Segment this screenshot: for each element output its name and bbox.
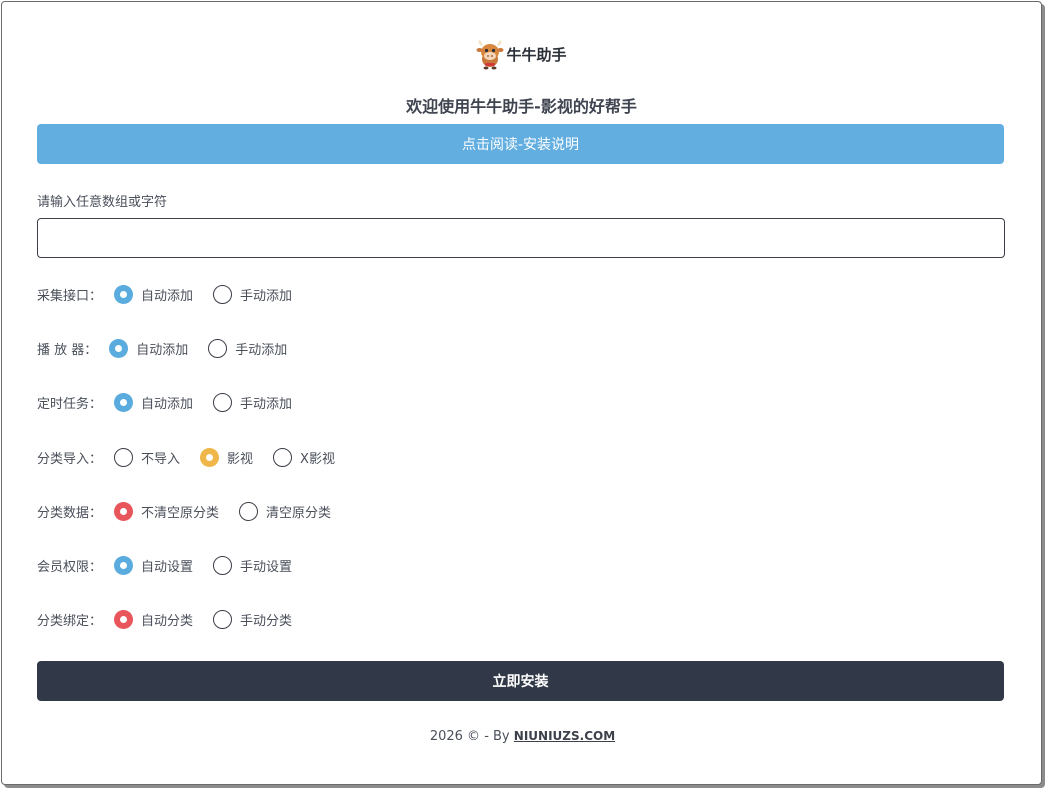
radio-unchecked-icon[interactable] [213,284,233,304]
radio-group: 自动添加 手动添加 [114,392,293,412]
radio-unchecked-icon[interactable] [273,447,293,467]
radio-option[interactable]: 自动设置 [114,555,194,575]
radio-group: 自动设置 手动设置 [114,555,293,575]
radio-option[interactable]: 自动添加 [114,392,194,412]
radio-option[interactable]: 清空原分类 [239,501,332,521]
radio-checked-icon[interactable] [114,392,134,412]
radio-option[interactable]: 手动添加 [213,284,293,304]
option-row: 会员权限： 自动设置 手动设置 [37,554,292,576]
radio-option-label: 不清空原分类 [141,505,220,521]
radio-option-label: 自动添加 [141,288,194,304]
option-row-label: 分类绑定： [37,613,103,629]
install-guide-button[interactable]: 点击阅读-安装说明 [37,124,1012,170]
radio-checked-icon[interactable] [114,555,134,575]
radio-group: 自动添加 手动添加 [109,338,288,358]
footer-text: 2026 © - By [429,729,510,744]
option-row: 采集接口： 自动添加 手动添加 [37,283,292,305]
radio-option-label: 手动添加 [240,396,293,412]
option-row: 播 放 器： 自动添加 手动添加 [37,337,287,359]
radio-option[interactable]: 自动添加 [109,338,189,358]
radio-option[interactable]: X影视 [273,447,335,467]
radio-option[interactable]: 不导入 [114,447,181,467]
page-title: 欢迎使用牛牛助手-影视的好帮手 [406,97,637,116]
option-row-label: 采集接口： [37,288,103,304]
radio-unchecked-icon[interactable] [114,447,134,467]
footer: 2026 © - By NIUNIUZS.COM [0,729,1045,744]
option-row-label: 分类导入： [37,451,103,467]
radio-option[interactable]: 自动分类 [114,609,194,629]
radio-unchecked-icon[interactable] [208,338,228,358]
string-input[interactable] [37,218,1005,258]
radio-option-label: 自动添加 [141,396,194,412]
radio-group: 自动添加 手动添加 [114,284,293,304]
radio-option[interactable]: 自动添加 [114,284,194,304]
input-label: 请输入任意数组或字符 [37,195,168,210]
radio-unchecked-icon[interactable] [239,501,259,521]
radio-option-label: 自动添加 [136,342,189,358]
radio-option[interactable]: 手动分类 [213,609,293,629]
radio-group: 不导入 影视 X影视 [114,447,335,467]
option-row-label: 分类数据： [37,505,103,521]
radio-option[interactable]: 手动设置 [213,555,293,575]
radio-option-label: 手动设置 [240,559,293,575]
radio-option[interactable]: 手动添加 [213,392,293,412]
radio-checked-icon[interactable] [114,609,134,629]
radio-option-label: 不导入 [141,451,181,467]
radio-checked-icon[interactable] [114,284,134,304]
radio-checked-icon[interactable] [200,447,220,467]
option-row: 分类绑定： 自动分类 手动分类 [37,608,292,630]
radio-option-label: 自动设置 [141,559,194,575]
radio-option[interactable]: 手动添加 [208,338,288,358]
radio-unchecked-icon[interactable] [213,555,233,575]
option-row-label: 播 放 器： [37,342,98,358]
option-row: 定时任务： 自动添加 手动添加 [37,391,292,413]
radio-unchecked-icon[interactable] [213,609,233,629]
radio-group: 不清空原分类 清空原分类 [114,501,332,521]
radio-option-label: X影视 [300,451,335,467]
radio-option-label: 影视 [227,451,254,467]
radio-option-label: 清空原分类 [266,505,332,521]
radio-option-label: 手动分类 [240,613,293,629]
radio-option-label: 手动添加 [235,342,288,358]
radio-unchecked-icon[interactable] [213,392,233,412]
option-row-label: 会员权限： [37,559,103,575]
option-row: 分类导入： 不导入 影视 X影视 [37,446,335,468]
cow-mascot-icon [476,40,504,70]
radio-checked-icon[interactable] [109,338,129,358]
radio-checked-icon[interactable] [114,501,134,521]
logo-text: 牛牛助手 [506,45,567,64]
radio-option[interactable]: 影视 [200,447,254,467]
radio-option-label: 手动添加 [240,288,293,304]
option-row-label: 定时任务： [37,396,103,412]
logo: 牛牛助手 [2,38,1041,70]
install-now-button[interactable]: 立即安装 [37,661,1012,707]
radio-option-label: 自动分类 [141,613,194,629]
option-row: 分类数据： 不清空原分类 清空原分类 [37,500,331,522]
footer-link[interactable]: NIUNIUZS.COM [514,729,615,743]
radio-option[interactable]: 不清空原分类 [114,501,220,521]
radio-group: 自动分类 手动分类 [114,609,293,629]
